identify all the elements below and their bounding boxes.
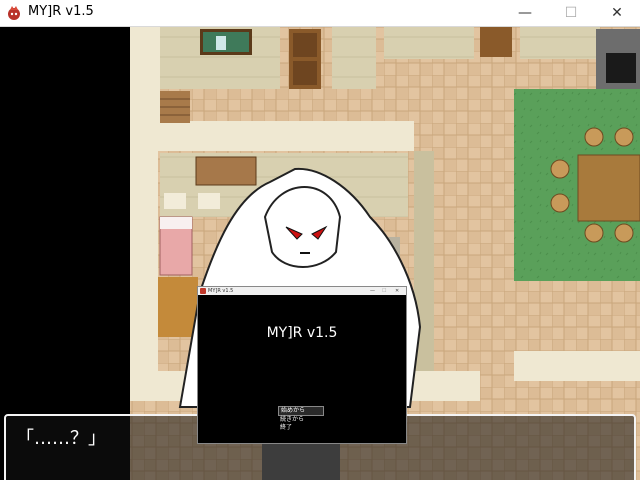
title-menu: 始めから 続きから 終了 xyxy=(278,406,324,432)
menu-quit[interactable]: 終了 xyxy=(278,424,324,432)
app-icon xyxy=(8,6,20,20)
close-button[interactable]: ✕ xyxy=(594,0,640,26)
maximize-button[interactable]: ☐ xyxy=(548,0,594,26)
mini-window-title: MY]R v1.5 xyxy=(208,288,234,294)
menu-continue[interactable]: 続きから xyxy=(278,416,324,424)
dialog-text: 「……？」 xyxy=(16,428,106,449)
mini-app-icon xyxy=(200,288,206,294)
menu-new-game[interactable]: 始めから xyxy=(278,406,324,416)
title-screen-window: MY]R v1.5 — ☐ ✕ MY]R v1.5 始めから 続きから 終了 xyxy=(197,286,407,444)
title-bar: MY]R v1.5 — ☐ ✕ xyxy=(0,0,640,27)
game-title: MY]R v1.5 xyxy=(266,325,338,341)
mini-close-button[interactable]: ✕ xyxy=(395,287,399,295)
mini-maximize-button[interactable]: ☐ xyxy=(382,287,386,295)
game-viewport[interactable]: 「……？」 MY]R v1.5 — ☐ ✕ MY]R v1.5 始めから 続きか… xyxy=(0,27,640,480)
mini-minimize-button[interactable]: — xyxy=(370,287,375,295)
window-title: MY]R v1.5 xyxy=(28,4,94,19)
minimize-button[interactable]: — xyxy=(502,0,548,26)
mini-title-bar: MY]R v1.5 — ☐ ✕ xyxy=(198,287,406,295)
